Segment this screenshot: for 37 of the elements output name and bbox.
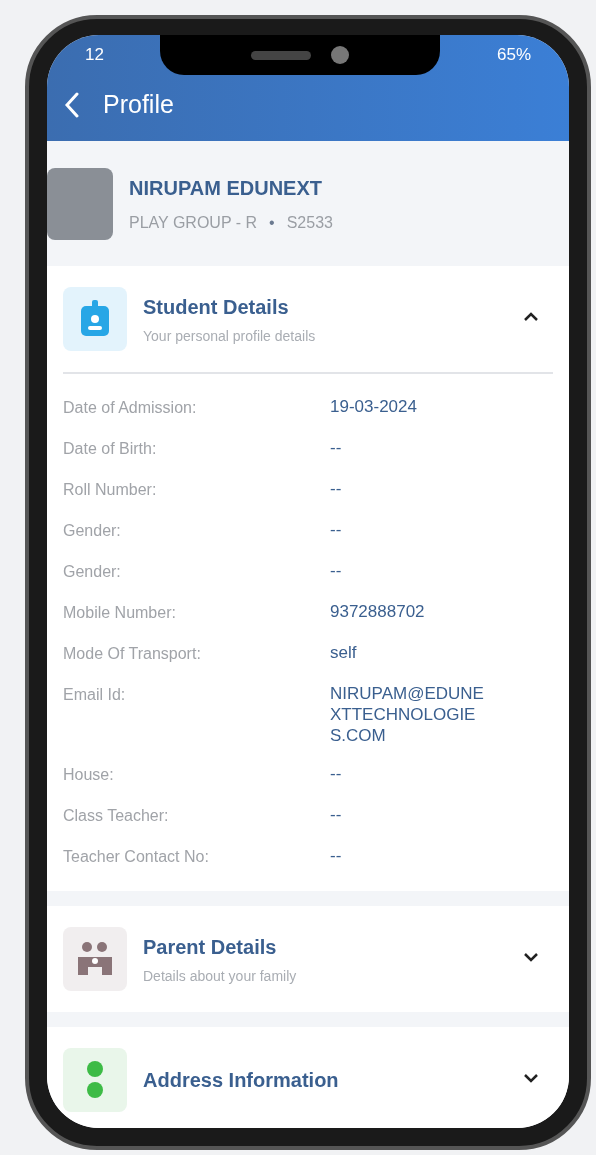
field-label: Class Teacher:: [63, 806, 170, 826]
family-icon: [63, 927, 127, 991]
status-time: 12: [85, 44, 104, 67]
separator-dot: •: [269, 212, 275, 233]
field-value: --: [330, 763, 343, 784]
field-label: House:: [63, 765, 115, 785]
field-value: self: [330, 642, 358, 663]
field-label: Gender:: [63, 562, 122, 582]
badge-icon: [63, 287, 127, 351]
field-label: Roll Number:: [63, 480, 158, 500]
section-subtitle: Details about your family: [143, 966, 298, 986]
section-title[interactable]: Address Information: [143, 1065, 507, 1095]
field-value: NIRUPAM@EDUNEXTTECHNOLOGIES.COM: [330, 683, 485, 746]
page-title: Profile: [103, 89, 174, 121]
field-label: Mobile Number:: [63, 603, 177, 623]
class-name: PLAY GROUP - R: [129, 212, 258, 233]
battery-level: 65%: [496, 44, 531, 67]
section-title[interactable]: Student Details: [143, 291, 507, 322]
field-value: --: [330, 845, 343, 866]
student-name: NIRUPAM EDUNEXT: [129, 175, 323, 201]
field-value: 9372888702: [330, 601, 426, 622]
student-id: S2533: [286, 212, 333, 233]
field-value: --: [330, 478, 343, 499]
field-label: Date of Admission:: [63, 398, 198, 418]
field-value: --: [330, 519, 343, 540]
field-value: --: [330, 804, 343, 825]
chevron-left-icon[interactable]: [64, 92, 80, 118]
field-label: Teacher Contact No:: [63, 847, 210, 867]
field-label: Date of Birth:: [63, 439, 158, 459]
field-label: Gender:: [63, 521, 122, 541]
section-title[interactable]: Parent Details: [143, 931, 507, 962]
field-label: Mode Of Transport:: [63, 644, 202, 664]
field-label: Email Id:: [63, 685, 127, 705]
field-value: --: [330, 560, 343, 581]
section-subtitle: Your personal profile details: [143, 326, 317, 346]
field-value: 19-03-2024: [330, 396, 418, 417]
field-value: --: [330, 437, 343, 458]
